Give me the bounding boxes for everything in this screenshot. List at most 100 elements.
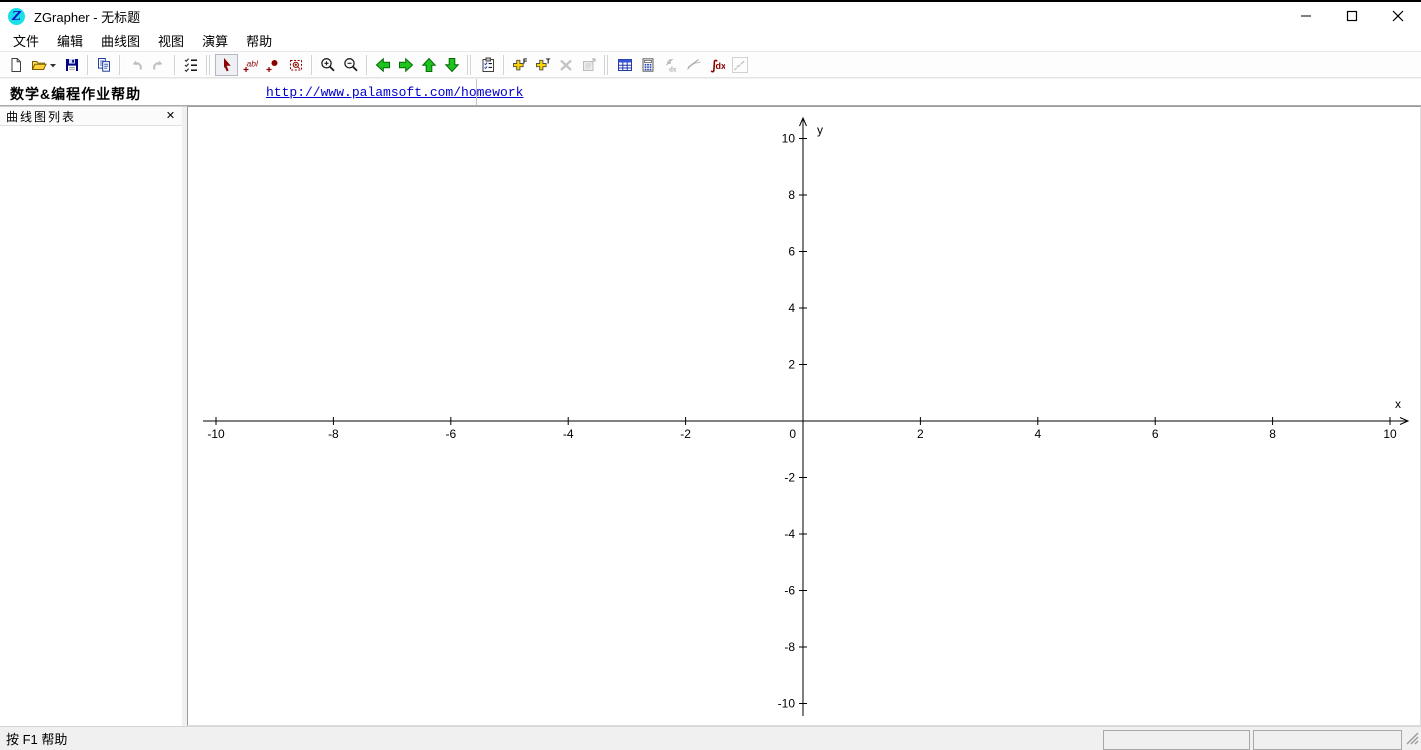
add-function-icon: F	[512, 57, 528, 73]
menu-item-6[interactable]: 帮助	[237, 30, 281, 51]
add-label-tool-icon: abl	[242, 57, 258, 73]
calculator-button[interactable]	[636, 54, 659, 76]
report-button[interactable]	[476, 54, 499, 76]
status-bar: 按 F1 帮助	[0, 726, 1421, 750]
add-point-tool-icon	[265, 57, 281, 73]
close-button[interactable]	[1375, 2, 1421, 30]
close-icon	[1392, 10, 1404, 22]
banner-link[interactable]: http://www.palamsoft.com/homework	[266, 85, 523, 100]
resize-grip[interactable]	[1406, 732, 1419, 748]
zoom-region-tool-icon	[288, 57, 304, 73]
menu-item-4[interactable]: 视图	[149, 30, 193, 51]
maximize-icon	[1346, 10, 1358, 22]
report-icon	[480, 57, 496, 73]
zoom-out-button[interactable]	[339, 54, 362, 76]
select-tool-button[interactable]	[215, 54, 238, 76]
main-area: 曲线图列表 ✕ -10-8-6-4-2246810-10-8-6-4-22468…	[0, 106, 1421, 726]
x-axis-label: x	[1395, 397, 1401, 411]
toolbar-separator	[467, 55, 468, 75]
curve-properties-button	[577, 54, 600, 76]
x-tick-label: 6	[1152, 427, 1159, 441]
save-file-button[interactable]	[60, 54, 83, 76]
curve-list-close-button[interactable]: ✕	[163, 109, 178, 124]
zoom-in-button[interactable]	[316, 54, 339, 76]
curve-list-panel: 曲线图列表 ✕	[0, 106, 182, 726]
toolbar-group	[371, 54, 463, 76]
y-axis-label: y	[817, 123, 823, 137]
y-tick-label: -10	[778, 697, 796, 711]
x-tick-label: 10	[1383, 427, 1397, 441]
y-tick-label: 6	[788, 245, 795, 259]
new-file-button[interactable]	[4, 54, 27, 76]
pan-up-icon	[421, 57, 437, 73]
integral-button[interactable]: ∫dx	[705, 54, 728, 76]
menu-item-1[interactable]: 文件	[4, 30, 48, 51]
add-point-tool-button[interactable]	[261, 54, 284, 76]
pan-left-button[interactable]	[371, 54, 394, 76]
menu-item-3[interactable]: 曲线图	[92, 30, 149, 51]
graph-canvas[interactable]: -10-8-6-4-2246810-10-8-6-4-22468100xy	[187, 106, 1421, 726]
delete-curve-icon	[558, 57, 574, 73]
toolbar-group	[4, 54, 83, 76]
toolbar-separator	[604, 55, 605, 75]
toolbar-separator	[366, 55, 367, 75]
redo-button	[147, 54, 170, 76]
x-tick-label: -10	[207, 427, 225, 441]
y-tick-label: 4	[788, 301, 795, 315]
x-tick-label: -4	[563, 427, 574, 441]
app-icon: Z	[8, 8, 25, 25]
minimize-button[interactable]	[1283, 2, 1329, 30]
pan-down-button[interactable]	[440, 54, 463, 76]
toolbar-group	[476, 54, 499, 76]
toolbar-group	[179, 54, 202, 76]
save-file-icon	[64, 57, 80, 73]
toolbar-separator	[311, 55, 312, 75]
add-label-tool-button[interactable]: abl	[238, 54, 261, 76]
zoom-region-tool-button[interactable]	[284, 54, 307, 76]
menu-item-5[interactable]: 演算	[193, 30, 237, 51]
open-file-button[interactable]	[27, 54, 60, 76]
table-of-values-icon	[617, 57, 633, 73]
maximize-button[interactable]	[1329, 2, 1375, 30]
regression-button	[728, 54, 751, 76]
svg-text:abl: abl	[246, 58, 258, 68]
add-function-button[interactable]: F	[508, 54, 531, 76]
curve-list-header: 曲线图列表 ✕	[0, 107, 182, 126]
copy-button[interactable]	[92, 54, 115, 76]
pan-right-button[interactable]	[394, 54, 417, 76]
curve-list-body[interactable]	[0, 126, 182, 726]
pan-up-button[interactable]	[417, 54, 440, 76]
pan-down-icon	[444, 57, 460, 73]
toolbar-group	[92, 54, 115, 76]
x-tick-label: 8	[1269, 427, 1276, 441]
toolbar-separator	[503, 55, 504, 75]
curve-list-title: 曲线图列表	[6, 108, 76, 125]
y-tick-label: -4	[784, 527, 795, 541]
delete-curve-button	[554, 54, 577, 76]
y-tick-label: 8	[788, 188, 795, 202]
curve-list-toggle-icon	[183, 57, 199, 73]
toolbar-group	[316, 54, 362, 76]
window-controls	[1283, 2, 1421, 30]
x-tick-label: -8	[328, 427, 339, 441]
axes-plot: -10-8-6-4-2246810-10-8-6-4-22468100xy	[188, 107, 1420, 725]
curve-properties-icon	[581, 57, 597, 73]
copy-icon	[96, 57, 112, 73]
toolbar-group: abl	[215, 54, 307, 76]
svg-text:dx: dx	[669, 65, 677, 73]
origin-label: 0	[789, 427, 796, 441]
toolbar: ablFTddx∫dx	[0, 51, 1421, 78]
window-title: ZGrapher - 无标题	[34, 7, 140, 26]
menu-item-2[interactable]: 编辑	[48, 30, 92, 51]
redo-icon	[151, 57, 167, 73]
y-tick-label: -6	[784, 584, 795, 598]
integral-icon: ∫dx	[709, 57, 725, 73]
ad-banner: 数学&编程作业帮助 http://www.palamsoft.com/homew…	[0, 78, 1421, 106]
svg-text:T: T	[546, 58, 551, 65]
add-table-curve-button[interactable]: T	[531, 54, 554, 76]
y-tick-label: 2	[788, 358, 795, 372]
tangent-icon	[686, 57, 702, 73]
table-of-values-button[interactable]	[613, 54, 636, 76]
new-file-icon	[8, 57, 24, 73]
curve-list-toggle-button[interactable]	[179, 54, 202, 76]
